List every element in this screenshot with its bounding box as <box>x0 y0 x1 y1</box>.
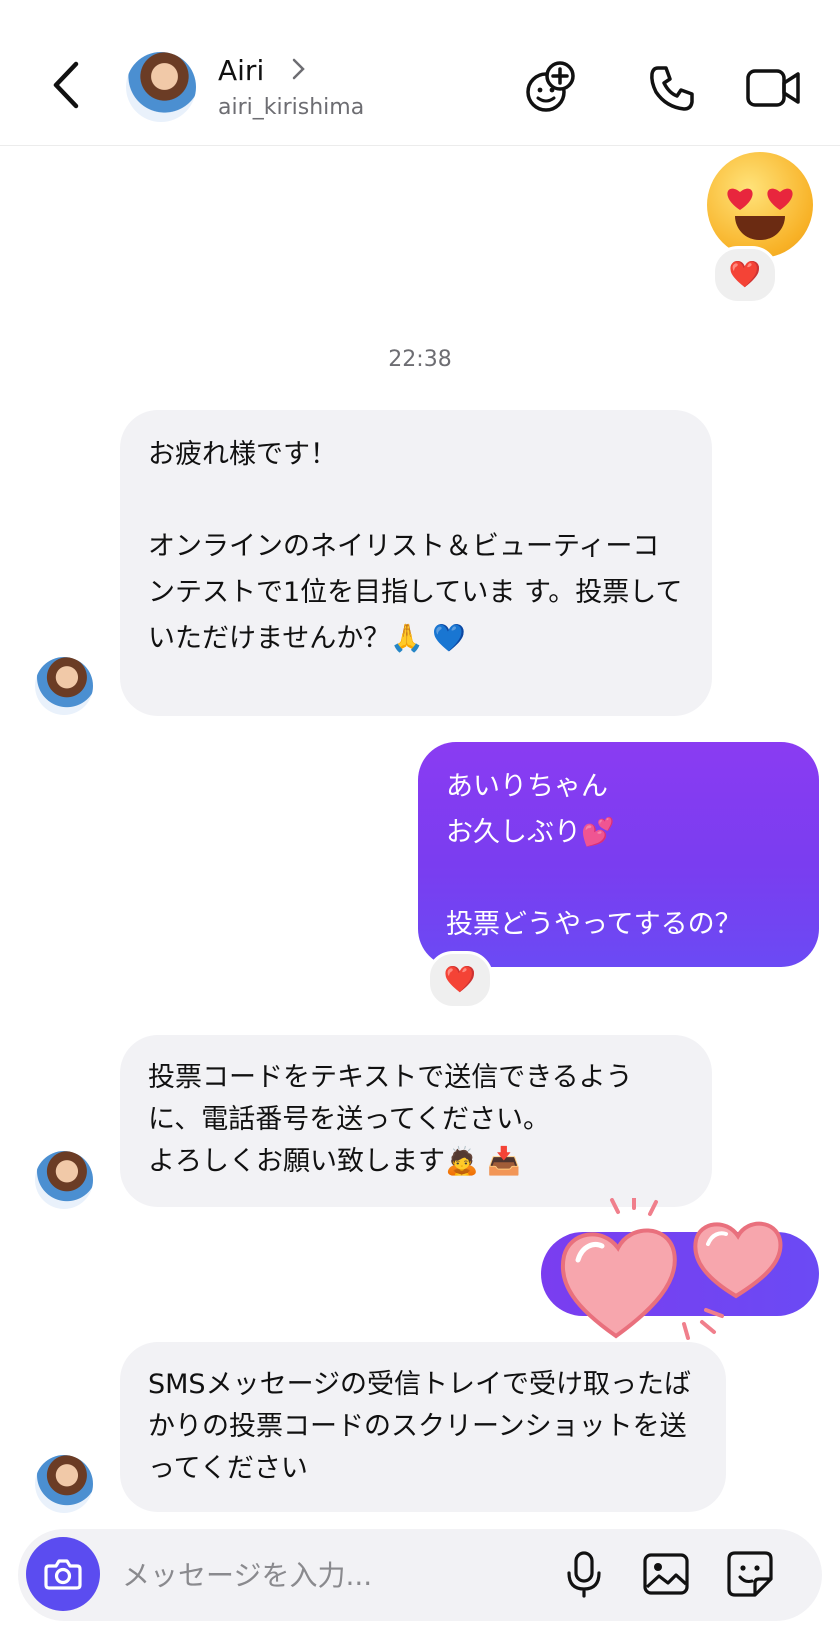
contact-username: airi_kirishima <box>218 95 365 120</box>
incoming-message-bubble[interactable]: SMSメッセージの受信トレイで受け取ったばかりの投票コードのスクリーンショットを… <box>120 1342 726 1512</box>
gallery-icon[interactable] <box>641 1549 691 1599</box>
avatar[interactable] <box>35 1455 93 1513</box>
back-icon[interactable] <box>44 58 90 112</box>
sticker-icon[interactable] <box>725 1549 775 1599</box>
outgoing-message-bubble[interactable]: あいりちゃん お久しぶり💕 投票どうやってするの？ <box>418 742 819 967</box>
video-call-icon[interactable] <box>744 60 800 116</box>
reaction-badge[interactable]: ❤️ <box>427 951 493 1009</box>
effects-icon[interactable] <box>522 60 578 116</box>
avatar[interactable] <box>35 657 93 715</box>
chevron-right-icon[interactable] <box>290 56 308 82</box>
microphone-icon[interactable] <box>559 1549 609 1599</box>
contact-name[interactable]: Airi <box>218 54 264 87</box>
two-hearts-sticker-icon[interactable] <box>556 1194 804 1348</box>
incoming-message-bubble[interactable]: お疲れ様です！ オンラインのネイリスト＆ビューティーコンテストで1位を目指してい… <box>120 410 712 716</box>
camera-button[interactable] <box>26 1537 100 1611</box>
message-timestamp: 22:38 <box>388 347 452 372</box>
reaction-badge[interactable]: ❤️ <box>712 246 778 304</box>
message-input[interactable] <box>120 1551 504 1599</box>
camera-icon <box>44 1559 82 1590</box>
heart-eyes-emoji-icon <box>707 152 813 258</box>
avatar[interactable] <box>126 52 196 122</box>
phone-icon[interactable] <box>644 60 700 116</box>
avatar[interactable] <box>35 1151 93 1209</box>
chat-header <box>0 0 840 146</box>
incoming-message-bubble[interactable]: 投票コードをテキストで送信できるように、電話番号を送ってください。 よろしくお願… <box>120 1035 712 1207</box>
